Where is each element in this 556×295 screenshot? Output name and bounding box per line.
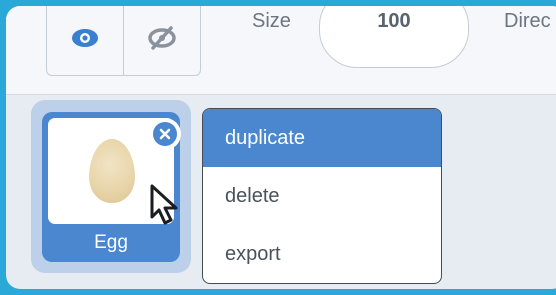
delete-sprite-button[interactable]	[149, 118, 181, 150]
sprite-context-menu: duplicate delete export	[202, 108, 442, 284]
egg-image	[89, 139, 135, 203]
menu-item-export[interactable]: export	[203, 225, 441, 283]
size-input[interactable]: 100	[319, 6, 469, 68]
direction-label: Direc	[504, 10, 551, 32]
size-label: Size	[252, 10, 291, 32]
hide-sprite-button[interactable]	[123, 6, 201, 76]
menu-item-duplicate[interactable]: duplicate	[203, 109, 441, 167]
size-value: 100	[377, 10, 411, 32]
sprite-name: Egg	[94, 232, 128, 253]
pointer-cursor-icon	[150, 184, 178, 225]
sprite-info-toolbar: Size 100 Direc	[6, 6, 556, 95]
show-sprite-button[interactable]	[46, 6, 124, 76]
menu-item-delete[interactable]: delete	[203, 167, 441, 225]
close-icon	[153, 122, 177, 146]
eye-slash-icon	[148, 26, 176, 50]
eye-icon	[72, 29, 98, 47]
